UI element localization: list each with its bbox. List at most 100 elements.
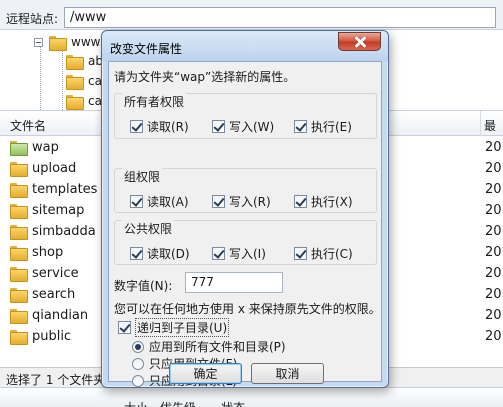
public-write-checkbox[interactable]: 写入(I) [212, 245, 266, 262]
radio-apply-all[interactable]: 应用到所有文件和目录(P) [132, 338, 286, 355]
close-icon [354, 36, 366, 48]
public-exec-checkbox[interactable]: 执行(C) [294, 245, 353, 262]
column-header-size[interactable]: 大小 [124, 399, 148, 407]
owner-permissions-group: 所有者权限 读取(R) 写入(W) 执行(E) [114, 93, 377, 139]
tree-item[interactable]: ca [66, 91, 102, 111]
folder-icon [10, 162, 28, 177]
column-header-status[interactable]: 状态 [221, 399, 245, 407]
checkbox-label: 递归到子目录(U) [135, 318, 230, 337]
checkbox-icon [130, 120, 143, 133]
owner-read-checkbox[interactable]: 读取(R) [130, 118, 189, 135]
recurse-subdirectories-checkbox[interactable]: 递归到子目录(U) [118, 318, 230, 337]
tree-connector [62, 50, 63, 110]
folder-icon [10, 309, 28, 324]
folder-icon [10, 141, 28, 156]
radio-label: 应用到所有文件和目录(P) [149, 340, 286, 354]
checkbox-icon [118, 321, 131, 334]
tree-item-label: www [71, 35, 101, 49]
file-name: upload [32, 161, 77, 176]
folder-icon [10, 225, 28, 240]
file-date: 201 [485, 161, 503, 176]
close-button[interactable] [338, 32, 381, 51]
permission-note: 您可以在任何地方使用 x 来保持原先文件的权限。 [114, 302, 381, 316]
file-name: service [32, 266, 79, 281]
checkbox-label: 执行(C) [311, 247, 353, 261]
ok-button[interactable]: 确定 [169, 363, 242, 384]
group-permissions-group: 组权限 读取(A) 写入(R) 执行(X) [114, 168, 377, 213]
group-title: 公共权限 [122, 220, 175, 237]
folder-icon [10, 267, 28, 282]
numeric-value-label: 数字值(N): [114, 279, 173, 293]
group-exec-checkbox[interactable]: 执行(X) [294, 193, 353, 210]
checkbox-icon [294, 247, 307, 260]
tree-item[interactable]: ab [66, 51, 103, 71]
file-name: public [32, 329, 72, 344]
tree-item[interactable]: ca [66, 71, 102, 91]
dialog-prompt: 请为文件夹“wap”选择新的属性。 [114, 70, 296, 84]
file-date: 201 [485, 140, 503, 155]
group-title: 组权限 [122, 168, 163, 185]
checkbox-icon [130, 195, 143, 208]
queue-header: 大小 优先级 状态 [0, 387, 503, 407]
folder-icon [66, 54, 84, 70]
file-date: 201 [485, 245, 503, 260]
file-name: qiandian [32, 308, 89, 323]
column-divider[interactable] [480, 111, 481, 137]
cancel-button[interactable]: 取消 [251, 363, 324, 384]
public-permissions-group: 公共权限 读取(D) 写入(I) 执行(C) [114, 220, 377, 265]
owner-exec-checkbox[interactable]: 执行(E) [294, 118, 352, 135]
file-date: 201 [485, 329, 503, 344]
folder-icon [66, 74, 84, 90]
radio-icon [132, 340, 144, 353]
checkbox-label: 执行(E) [311, 120, 352, 134]
checkbox-label: 读取(R) [147, 120, 189, 134]
dialog-title: 改变文件属性 [110, 42, 183, 56]
column-header-priority[interactable]: 优先级 [160, 399, 196, 407]
file-date: 201 [485, 287, 503, 302]
checkbox-icon [212, 195, 225, 208]
owner-write-checkbox[interactable]: 写入(W) [212, 118, 274, 135]
file-name: templates [32, 182, 98, 197]
checkbox-icon [130, 247, 143, 260]
public-read-checkbox[interactable]: 读取(D) [130, 245, 190, 262]
folder-icon [66, 94, 84, 110]
file-name: search [32, 287, 76, 302]
collapse-icon[interactable] [34, 37, 43, 47]
file-name: sitemap [32, 203, 85, 218]
file-name: shop [32, 245, 64, 260]
checkbox-icon [294, 120, 307, 133]
file-date: 201 [485, 182, 503, 197]
tree-item-www[interactable]: www [34, 32, 100, 52]
remote-site-label: 远程站点: [6, 12, 59, 26]
remote-site-path-input[interactable]: /www [64, 7, 496, 28]
status-text: 选择了 1 个文件夹 [6, 373, 106, 387]
folder-icon [10, 330, 28, 345]
dialog-body: 请为文件夹“wap”选择新的属性。 所有者权限 读取(R) 写入(W) 执行(E… [108, 61, 382, 388]
dialog-titlebar[interactable]: 改变文件属性 [102, 31, 388, 61]
checkbox-label: 读取(A) [147, 195, 189, 209]
folder-icon [10, 246, 28, 261]
folder-icon [10, 204, 28, 219]
change-file-attributes-dialog: 改变文件属性 请为文件夹“wap”选择新的属性。 所有者权限 读取(R) 写入(… [101, 30, 389, 388]
checkbox-label: 写入(W) [229, 120, 275, 134]
folder-icon [10, 183, 28, 198]
group-write-checkbox[interactable]: 写入(R) [212, 193, 271, 210]
radio-icon [132, 374, 144, 387]
group-title: 所有者权限 [122, 93, 187, 110]
checkbox-icon [212, 247, 225, 260]
checkbox-icon [294, 195, 307, 208]
checkbox-label: 写入(R) [229, 195, 271, 209]
file-date: 201 [485, 224, 503, 239]
remote-site-bar: 远程站点: /www [0, 0, 503, 30]
file-date: 201 [485, 203, 503, 218]
tree-item-label: ca [88, 94, 102, 108]
radio-icon [132, 357, 144, 370]
checkbox-label: 执行(X) [311, 195, 353, 209]
group-read-checkbox[interactable]: 读取(A) [130, 193, 189, 210]
folder-icon [49, 35, 67, 51]
checkbox-label: 写入(I) [229, 247, 266, 261]
file-name: wap [32, 140, 59, 155]
numeric-value-input[interactable]: 777 [185, 272, 283, 293]
column-header-filename[interactable]: 文件名 [10, 117, 46, 134]
file-date: 201 [485, 308, 503, 323]
